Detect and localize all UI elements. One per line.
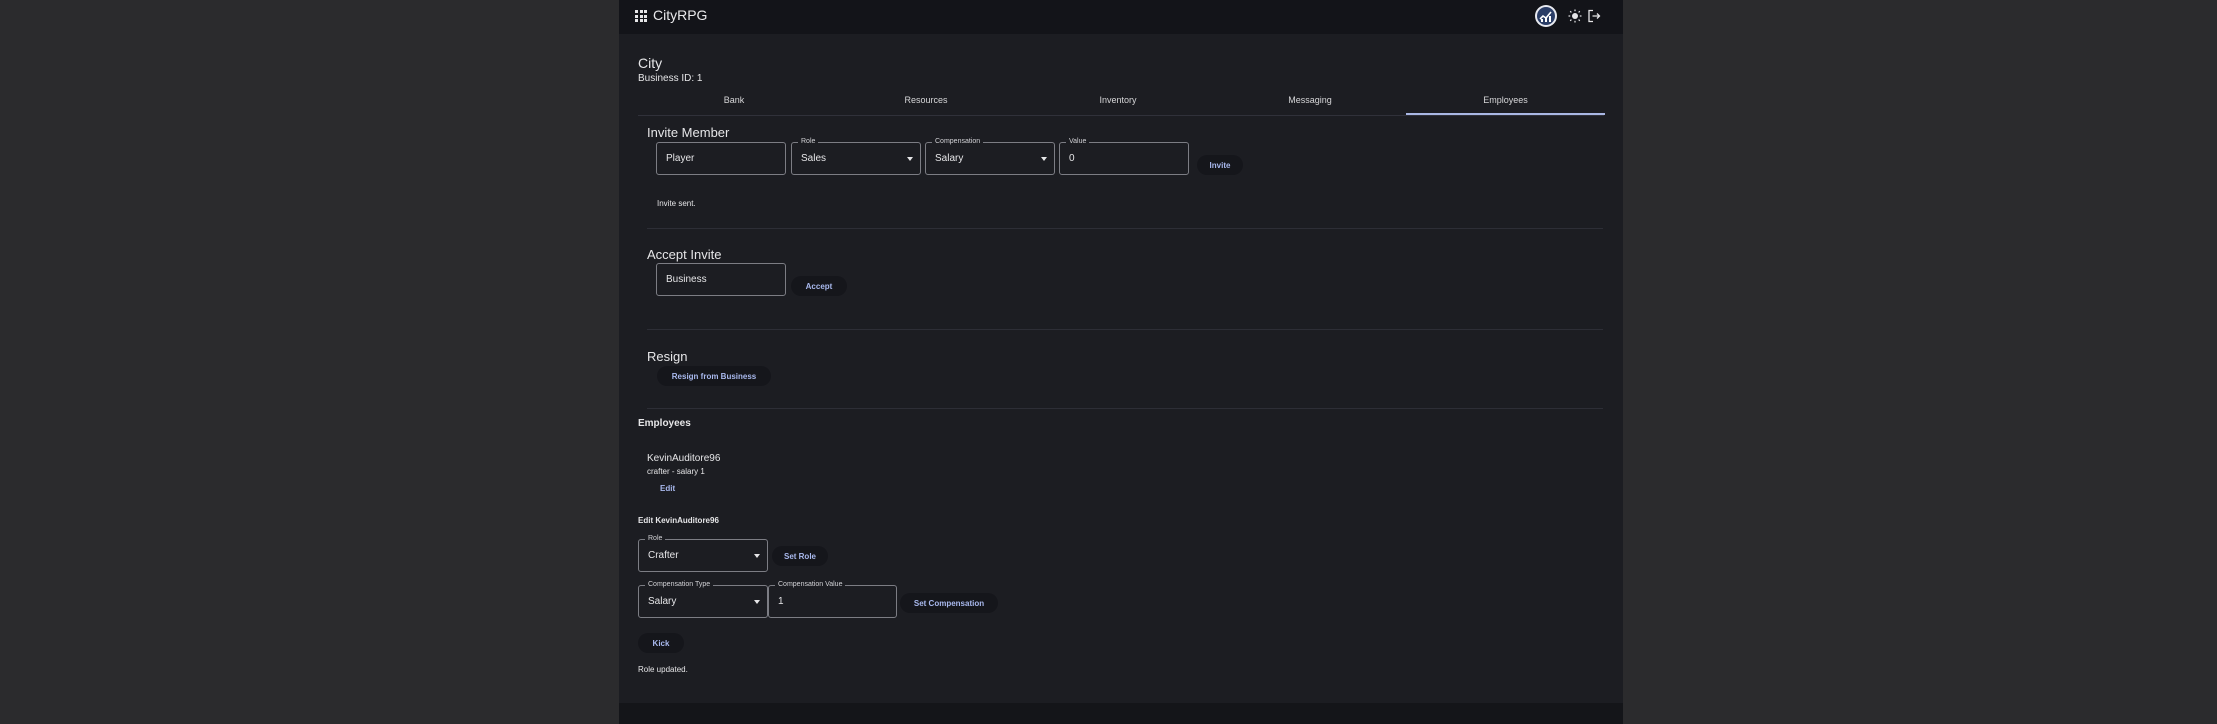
section-divider	[647, 408, 1603, 409]
avatar-badge-icon[interactable]	[1534, 4, 1558, 28]
set-role-button[interactable]: Set Role	[772, 546, 828, 566]
invite-role-value: Sales	[801, 153, 827, 164]
invite-compensation-label: Compensation	[932, 137, 984, 147]
chevron-down-icon	[907, 157, 913, 161]
tab-inventory[interactable]: Inventory	[1022, 92, 1214, 116]
business-input-value: Business	[666, 274, 707, 285]
invite-status: Invite sent.	[657, 199, 696, 208]
resign-heading: Resign	[647, 349, 688, 364]
player-input-value: Player	[666, 153, 695, 164]
employee-detail: crafter - salary 1	[647, 467, 705, 476]
edit-role-label: Role	[645, 534, 666, 544]
employee-name: KevinAuditore96	[647, 453, 721, 464]
chevron-down-icon	[754, 554, 760, 558]
invite-compensation-value: Salary	[935, 153, 964, 164]
invite-role-select[interactable]: Role Sales	[791, 137, 921, 175]
footer-strip	[619, 703, 1623, 724]
app-title: CityRPG	[653, 7, 708, 23]
employees-heading: Employees	[638, 418, 691, 429]
invite-value-label: Value	[1066, 137, 1090, 147]
chevron-down-icon	[1041, 157, 1047, 161]
tab-bar-divider	[638, 115, 1604, 116]
accept-heading: Accept Invite	[647, 247, 722, 262]
page-title: City	[638, 55, 663, 71]
edit-role-select[interactable]: Role Crafter	[638, 534, 768, 572]
edit-compensation-value-label: Compensation Value	[775, 580, 846, 590]
tab-messaging[interactable]: Messaging	[1214, 92, 1406, 116]
business-id: Business ID: 1	[638, 73, 703, 84]
edit-status: Role updated.	[638, 665, 688, 674]
logout-icon[interactable]	[1582, 4, 1606, 28]
employee-edit-button[interactable]: Edit	[660, 484, 675, 493]
player-input[interactable]: Player	[656, 142, 786, 175]
grid-menu-icon[interactable]	[635, 10, 647, 22]
edit-compensation-type-value: Salary	[648, 596, 677, 607]
business-input[interactable]: Business	[656, 263, 786, 296]
invite-compensation-select[interactable]: Compensation Salary	[925, 137, 1055, 175]
section-divider	[647, 228, 1603, 229]
tab-bank[interactable]: Bank	[638, 92, 830, 116]
invite-value-value: 0	[1069, 153, 1075, 164]
set-compensation-button[interactable]: Set Compensation	[900, 593, 998, 613]
invite-heading: Invite Member	[647, 125, 730, 140]
section-divider	[647, 329, 1603, 330]
app-container: CityRPG City Business ID: 1 Bank Resourc…	[619, 0, 1623, 703]
app-bar: CityRPG	[619, 0, 1623, 34]
edit-compensation-value-input[interactable]: Compensation Value 1	[768, 580, 897, 618]
chevron-down-icon	[754, 600, 760, 604]
invite-value-input[interactable]: Value 0	[1059, 137, 1189, 175]
kick-button[interactable]: Kick	[638, 633, 684, 653]
invite-button[interactable]: Invite	[1197, 155, 1243, 175]
edit-compensation-type-select[interactable]: Compensation Type Salary	[638, 580, 768, 618]
edit-compensation-type-label: Compensation Type	[645, 580, 714, 590]
invite-role-label: Role	[798, 137, 819, 147]
edit-compensation-value-value: 1	[778, 596, 784, 607]
resign-button[interactable]: Resign from Business	[657, 366, 771, 386]
tab-active-indicator	[1406, 113, 1605, 115]
tab-resources[interactable]: Resources	[830, 92, 1022, 116]
accept-button[interactable]: Accept	[791, 276, 847, 296]
edit-heading: Edit KevinAuditore96	[638, 516, 719, 525]
edit-role-value: Crafter	[648, 550, 679, 561]
